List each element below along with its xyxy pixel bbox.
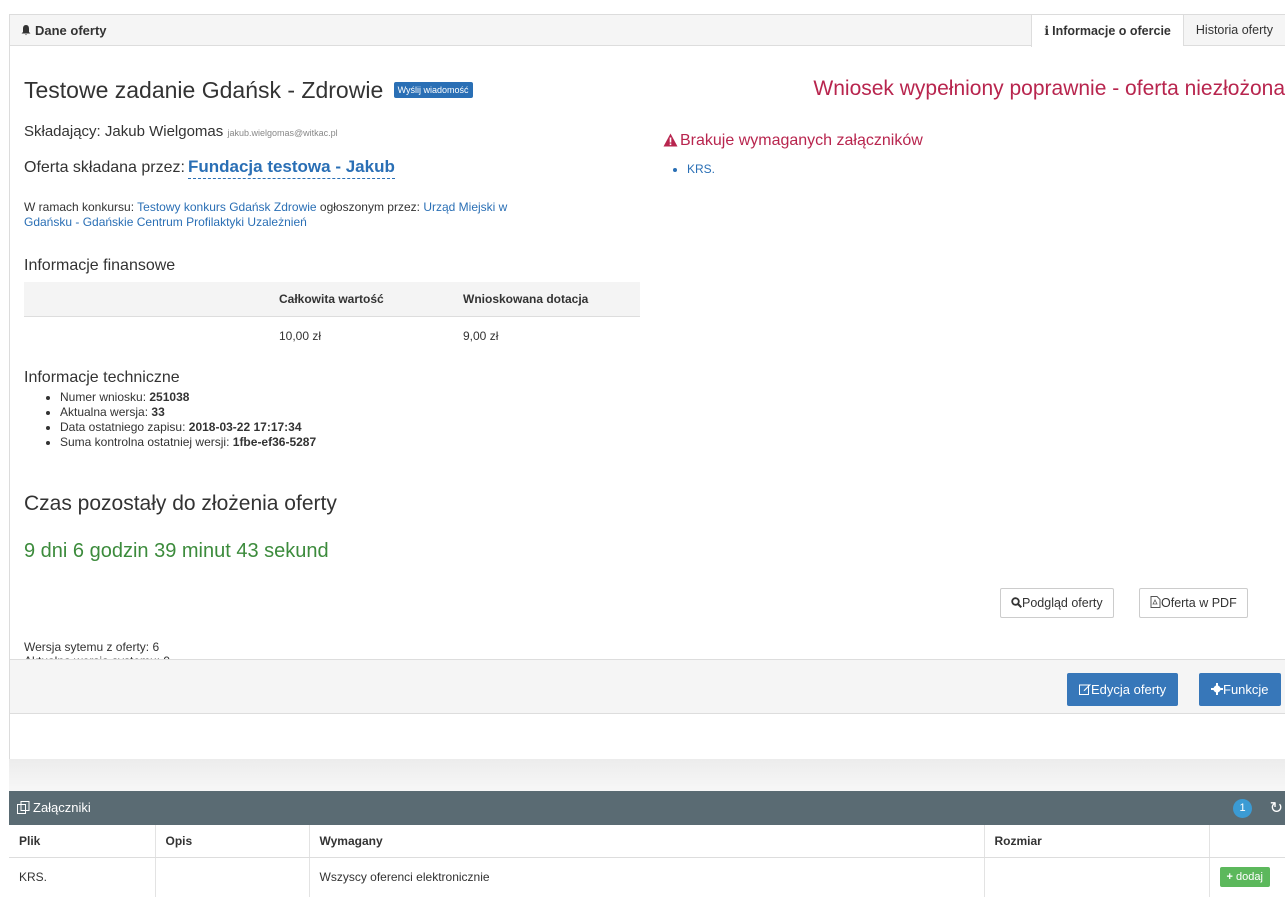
- cell-size: [984, 857, 1210, 897]
- functions-button[interactable]: Funkcje: [1199, 673, 1281, 706]
- offered-by-label: Oferta składana przez:: [24, 159, 185, 176]
- finance-grant-header: Wnioskowana dotacja: [461, 282, 640, 317]
- table-header-row: Plik Opis Wymagany Rozmiar: [9, 825, 1285, 858]
- countdown-value: 9 dni 6 godzin 39 minut 43 sekund: [24, 540, 329, 562]
- tech-heading: Informacje techniczne: [24, 369, 180, 386]
- submitter: Składający: Jakub Wielgomas jakub.wielgo…: [24, 123, 338, 140]
- tech-item: Numer wniosku: 251038: [60, 390, 316, 405]
- offered-by: Oferta składana przez: Fundacja testowa -…: [24, 157, 395, 179]
- preview-offer-button[interactable]: Podgląd oferty: [1000, 588, 1114, 618]
- tab-offer-history-label: Historia oferty: [1195, 23, 1273, 37]
- missing-attachments-warning: Brakuje wymaganych załączników: [663, 132, 923, 150]
- tech-value: 251038: [149, 390, 190, 404]
- attachments-header: Załączniki 1 ↻: [9, 791, 1285, 825]
- panel-title-text: Dane oferty: [35, 23, 107, 38]
- tech-label: Aktualna wersja:: [60, 405, 149, 419]
- submitter-email: jakub.wielgomas@witkac.pl: [227, 128, 338, 138]
- tab-offer-history[interactable]: Historia oferty: [1182, 15, 1285, 46]
- finance-blank-header: [24, 282, 277, 317]
- gear-icon: [1211, 683, 1223, 695]
- submitter-label: Składający:: [24, 123, 101, 140]
- tech-item: Suma kontrolna ostatniej wersji: 1fbe-ef…: [60, 435, 316, 450]
- submitter-name: Jakub Wielgomas: [104, 123, 224, 140]
- contest-link[interactable]: Testowy konkurs Gdańsk Zdrowie: [137, 200, 316, 214]
- countdown-heading: Czas pozostały do złożenia oferty: [24, 492, 337, 515]
- attachments-count-badge: 1: [1233, 799, 1252, 818]
- attachments-title-text: Załączniki: [33, 800, 91, 815]
- finance-total-value: 10,00 zł: [279, 329, 322, 344]
- tech-item: Data ostatniego zapisu: 2018-03-22 17:17…: [60, 420, 316, 435]
- finance-grant-value: 9,00 zł: [463, 329, 499, 344]
- edit-offer-label: Edycja oferty: [1091, 682, 1167, 697]
- send-message-button[interactable]: Wyślij wiadomość: [393, 82, 473, 98]
- cell-file: KRS.: [9, 857, 156, 897]
- announcer-link[interactable]: Urząd Miejski w: [423, 200, 507, 214]
- contest-info: W ramach konkursu: Testowy konkurs Gdańs…: [24, 200, 644, 230]
- panel-title: Dane oferty: [20, 23, 107, 38]
- tech-label: Suma kontrolna ostatniej wersji:: [60, 435, 230, 449]
- pdf-offer-label: Oferta w PDF: [1161, 596, 1237, 610]
- panel-header: Dane oferty i Informacje o ofercie Histor…: [10, 15, 1285, 47]
- tech-label: Numer wniosku:: [60, 390, 147, 404]
- footer-bar: Edycja oferty Funkcje: [10, 659, 1285, 714]
- offer-title: Testowe zadanie Gdańsk - Zdrowie Wyślij …: [24, 77, 473, 104]
- announced-by-label: ogłoszonym przez:: [319, 200, 420, 214]
- contest-prefix: W ramach konkursu:: [24, 200, 135, 214]
- finance-total-header: Całkowita wartość: [277, 282, 461, 317]
- tech-value: 1fbe-ef36-5287: [232, 435, 317, 449]
- cell-description: [155, 857, 310, 897]
- announcer-link-cont[interactable]: Gdańsku - Gdańskie Centrum Profilaktyki …: [24, 215, 307, 229]
- attachments-table: Plik Opis Wymagany Rozmiar KRS. Wszyscy …: [9, 825, 1285, 897]
- refresh-icon[interactable]: ↻: [1270, 798, 1283, 818]
- search-icon: [1011, 597, 1023, 609]
- table-row: KRS. Wszyscy oferenci elektronicznie + d…: [9, 857, 1285, 897]
- offer-status: Wniosek wypełniony poprawnie - oferta ni…: [813, 77, 1285, 100]
- add-attachment-button[interactable]: + dodaj: [1219, 867, 1270, 888]
- missing-title: Brakuje wymaganych załączników: [680, 132, 923, 149]
- cell-required: Wszyscy oferenci elektronicznie: [309, 857, 985, 897]
- tech-value: 33: [151, 405, 165, 419]
- col-size: Rozmiar: [984, 825, 1210, 858]
- copy-icon: [17, 801, 30, 814]
- missing-list: KRS.: [687, 162, 715, 176]
- panel-tabs: i Informacje o ofercie Historia oferty: [1031, 15, 1285, 47]
- tech-value: 2018-03-22 17:17:34: [188, 420, 302, 434]
- finance-table: Całkowita wartość Wnioskowana dotacja 10…: [24, 282, 640, 356]
- edit-icon: [1079, 684, 1091, 695]
- cell-action: + dodaj: [1209, 857, 1285, 897]
- col-description: Opis: [155, 825, 310, 858]
- preview-offer-label: Podgląd oferty: [1022, 596, 1103, 610]
- col-action: [1209, 825, 1285, 858]
- info-icon: i: [1044, 23, 1050, 38]
- functions-label: Funkcje: [1223, 682, 1269, 697]
- offer-panel: Dane oferty i Informacje o ofercie Histor…: [9, 14, 1285, 760]
- pdf-offer-button[interactable]: Oferta w PDF: [1139, 588, 1248, 618]
- edit-offer-button[interactable]: Edycja oferty: [1067, 673, 1179, 706]
- col-required: Wymagany: [309, 825, 985, 858]
- pdf-file-icon: [1150, 596, 1161, 608]
- finance-heading: Informacje finansowe: [24, 257, 176, 274]
- top-strip: [0, 0, 1285, 14]
- plus-icon: +: [1226, 871, 1233, 884]
- tab-offer-info-label: Informacje o ofercie: [1052, 24, 1171, 38]
- section-divider: [9, 759, 1285, 791]
- tab-offer-info[interactable]: i Informacje o ofercie: [1031, 15, 1183, 47]
- tech-list: Numer wniosku: 251038 Aktualna wersja: 3…: [60, 390, 316, 450]
- add-attachment-label: dodaj: [1236, 871, 1263, 884]
- missing-item[interactable]: KRS.: [687, 162, 715, 176]
- finance-blank-cell: [24, 316, 277, 356]
- attachments-title: Załączniki: [17, 800, 91, 815]
- offer-title-text: Testowe zadanie Gdańsk - Zdrowie: [24, 77, 384, 103]
- col-file: Plik: [9, 825, 156, 858]
- bell-icon: [21, 25, 31, 36]
- offered-by-org-link[interactable]: Fundacja testowa - Jakub: [187, 157, 395, 179]
- offer-system-version: Wersja sytemu z oferty: 6: [24, 640, 160, 654]
- tech-item: Aktualna wersja: 33: [60, 405, 316, 420]
- panel-footer: Edycja oferty Funkcje: [10, 659, 1285, 760]
- warning-icon: [663, 133, 678, 147]
- tech-label: Data ostatniego zapisu:: [60, 420, 186, 434]
